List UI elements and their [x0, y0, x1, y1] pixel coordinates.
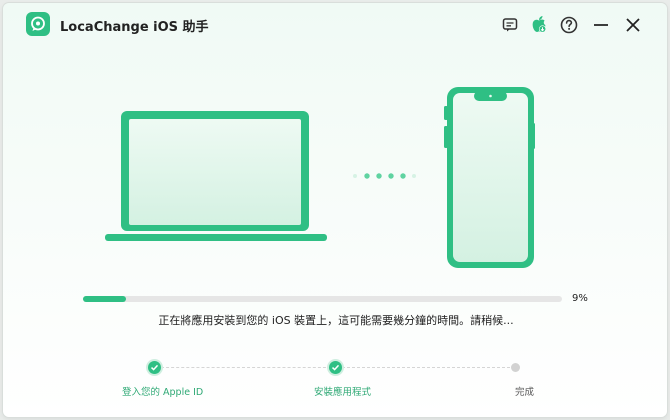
step-2-check-icon [329, 361, 342, 374]
illustration [105, 87, 535, 268]
progress-bar [83, 296, 562, 302]
step-connector [342, 367, 510, 369]
step-2-label: 安裝應用程式 [314, 387, 372, 398]
progress-bar-fill [83, 296, 127, 302]
step-1-label: 登入您的 Apple ID [122, 387, 204, 398]
app-window: LocaChange iOS 助手 9% 正在將應用安裝到您的 iOS 裝置上，… [3, 3, 667, 417]
connection-dots [353, 173, 416, 179]
laptop-graphic [105, 111, 327, 241]
iphone-graphic [444, 87, 535, 268]
step-connector [161, 367, 331, 369]
step-indicator: 登入您的 Apple ID 安裝應用程式 完成 [3, 358, 667, 408]
step-3-dot [511, 363, 520, 372]
step-3-label: 完成 [515, 387, 535, 398]
step-1-check-icon [148, 361, 161, 374]
progress-percent: 9% [572, 293, 588, 304]
status-message: 正在將應用安裝到您的 iOS 裝置上，這可能需要幾分鐘的時間。請稍候... [158, 314, 514, 327]
